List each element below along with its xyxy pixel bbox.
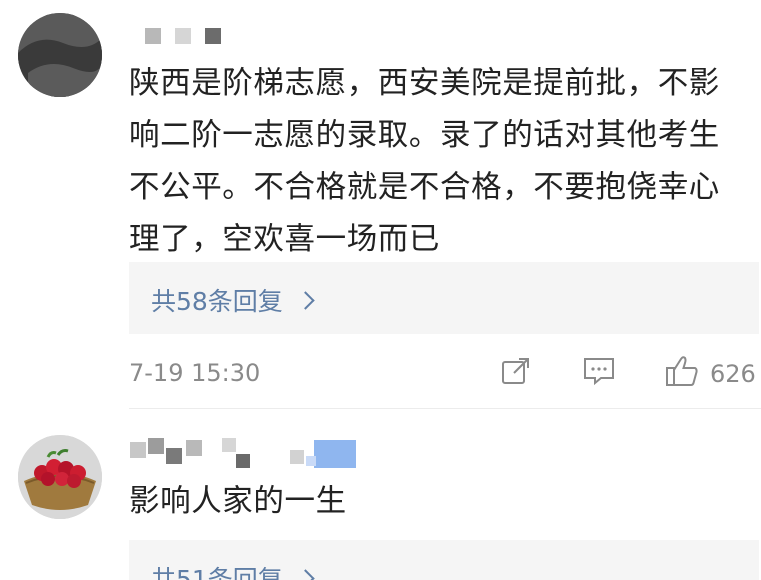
comment-text: 影响人家的一生: [129, 484, 347, 519]
reply-box[interactable]: 共51条回复: [129, 540, 759, 580]
reply-count-label: 共51条回复: [151, 565, 283, 580]
comment-item: 影响人家的一生 共51条回复: [0, 0, 761, 580]
chevron-right-icon: [296, 568, 315, 580]
avatar[interactable]: [18, 435, 102, 519]
view-replies-link[interactable]: 共51条回复: [151, 560, 315, 580]
username-redacted[interactable]: [130, 438, 360, 472]
